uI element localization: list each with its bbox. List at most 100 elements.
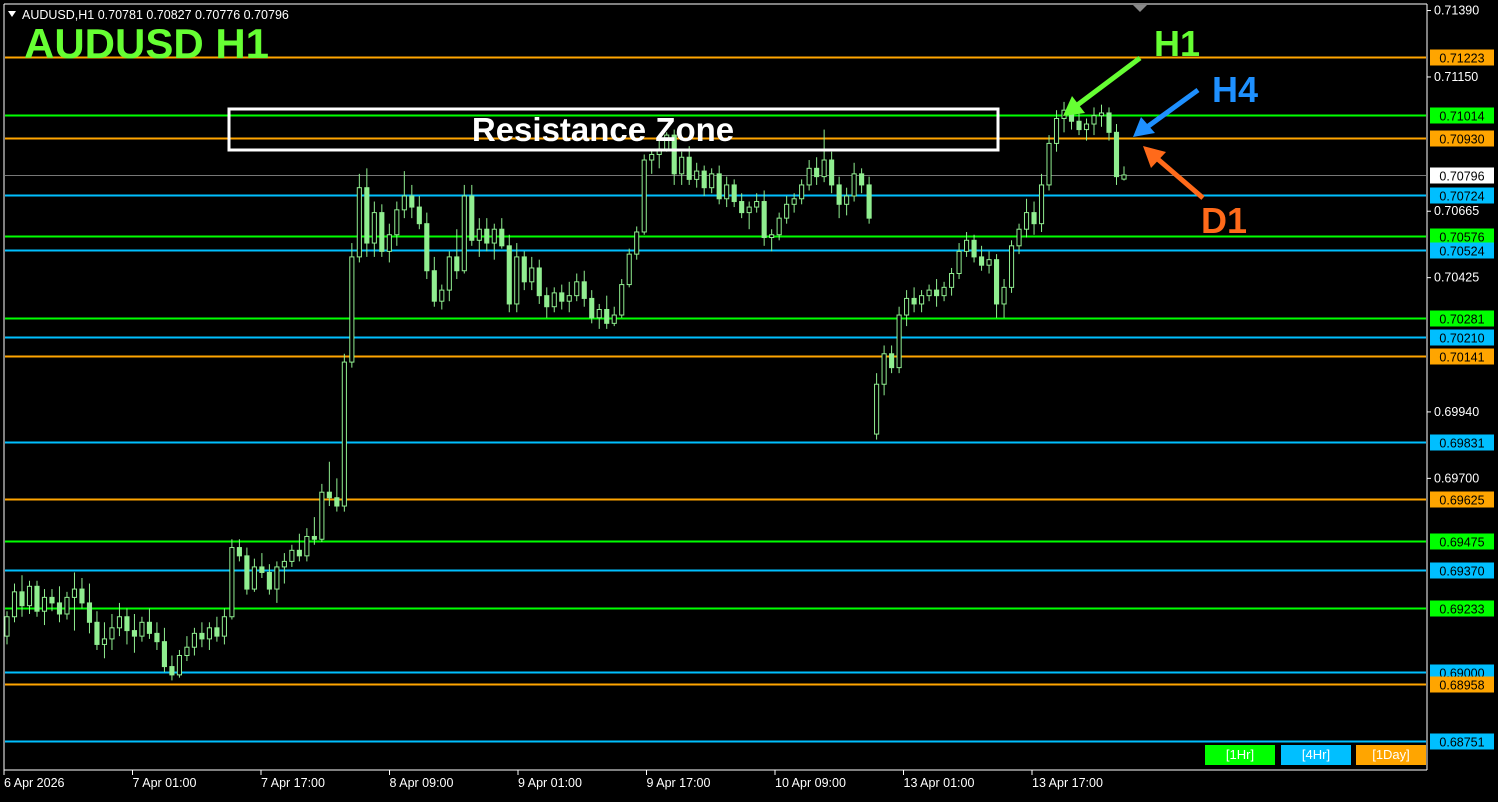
- candle-body: [754, 201, 760, 208]
- candle-body: [71, 588, 78, 598]
- current-price-label: 0.70796: [1439, 170, 1484, 184]
- candle-body: [394, 209, 400, 236]
- candle-body: [499, 228, 505, 247]
- h4-arrow-label: H4: [1212, 69, 1258, 110]
- candle-body: [476, 228, 482, 241]
- candle-body: [364, 187, 370, 244]
- timeframe-button-1hr[interactable]: [1Hr]: [1205, 745, 1275, 765]
- candle: [461, 184, 467, 274]
- candle-body: [56, 602, 63, 615]
- candle: [506, 234, 512, 313]
- candle: [1046, 135, 1052, 191]
- candle-body: [881, 353, 887, 385]
- candle-body: [49, 596, 55, 604]
- candle-body: [836, 184, 842, 205]
- candle-body: [266, 571, 272, 590]
- candle-body: [889, 353, 895, 369]
- candle-body: [244, 555, 250, 590]
- candle-body: [806, 167, 812, 186]
- candle-body: [131, 630, 138, 637]
- candle-body: [326, 491, 332, 499]
- candle-body: [109, 627, 115, 640]
- level-label-text: 0.69370: [1439, 565, 1484, 579]
- level-label-text: 0.70576: [1439, 231, 1484, 245]
- candle-body: [701, 170, 707, 189]
- candle-body: [101, 638, 108, 645]
- candle-body: [821, 159, 827, 178]
- candle-body: [124, 616, 130, 632]
- level-label-text: 0.70724: [1439, 190, 1484, 204]
- candle-body: [1076, 120, 1082, 131]
- candle-body: [484, 228, 490, 244]
- candle-body: [1016, 228, 1022, 247]
- candle-body: [191, 632, 197, 648]
- candle-body: [221, 616, 227, 637]
- candle-body: [446, 256, 452, 291]
- candle-body: [4, 616, 10, 637]
- candle-body: [926, 289, 932, 297]
- candle-body: [1106, 112, 1112, 133]
- candle-body: [859, 173, 865, 186]
- candle: [896, 306, 902, 374]
- candle-body: [1008, 245, 1015, 288]
- price-tick-label: 0.71150: [1434, 70, 1478, 84]
- candle-body: [169, 666, 175, 676]
- candle-body: [536, 267, 542, 297]
- candle: [34, 580, 40, 617]
- candle-body: [1091, 115, 1097, 125]
- candle-body: [34, 585, 40, 612]
- candle-body: [581, 281, 587, 299]
- candle-body: [919, 295, 925, 305]
- candle-body: [311, 535, 317, 540]
- candle-body: [761, 201, 767, 239]
- candle-body: [694, 170, 700, 180]
- candle-body: [371, 212, 377, 244]
- candle-body: [934, 289, 940, 297]
- resistance-zone-label: Resistance Zone: [472, 111, 734, 148]
- candle-body: [776, 217, 782, 236]
- price-tick-label: 0.71390: [1434, 4, 1479, 18]
- candle-body: [731, 184, 737, 203]
- candle-body: [829, 159, 835, 186]
- candle-body: [319, 491, 325, 540]
- candle: [229, 539, 235, 620]
- candle-body: [274, 566, 280, 590]
- candle-body: [611, 314, 617, 324]
- candle-body: [64, 596, 70, 615]
- candle-body: [236, 547, 242, 557]
- time-tick-label: 13 Apr 01:00: [904, 776, 975, 790]
- candle-body: [904, 297, 910, 316]
- candle-body: [491, 228, 497, 244]
- time-tick-label: 8 Apr 09:00: [390, 776, 454, 790]
- level-label-text: 0.71014: [1439, 110, 1484, 124]
- candle-body: [416, 206, 422, 225]
- level-label-text: 0.71223: [1439, 52, 1484, 66]
- candle-body: [424, 223, 430, 272]
- candle-body: [551, 292, 557, 308]
- level-label-text: 0.69831: [1439, 437, 1484, 451]
- candle-body: [814, 167, 820, 178]
- candle-body: [1121, 174, 1127, 180]
- level-label-text: 0.68958: [1439, 679, 1484, 693]
- timeframe-button-1day[interactable]: [1Day]: [1356, 745, 1426, 765]
- candle-body: [626, 253, 632, 286]
- candle-body: [26, 585, 33, 607]
- candle-body: [251, 566, 257, 590]
- timeframe-button-4hr[interactable]: [4Hr]: [1281, 745, 1351, 765]
- candle-body: [229, 547, 235, 618]
- candle-body: [514, 256, 520, 305]
- candle-body: [86, 602, 93, 623]
- candle-body: [1083, 123, 1090, 131]
- candle-body: [386, 234, 392, 252]
- candle-body: [469, 195, 475, 241]
- time-tick-label: 9 Apr 17:00: [647, 776, 711, 790]
- level-label-text: 0.70281: [1439, 313, 1484, 327]
- level-label-text: 0.69233: [1439, 603, 1484, 617]
- candle-body: [709, 173, 715, 189]
- candle: [379, 204, 385, 257]
- candle-body: [356, 187, 362, 258]
- candle-body: [1098, 112, 1105, 117]
- candle-body: [769, 234, 775, 239]
- candle-body: [649, 153, 655, 161]
- candle-body: [304, 535, 310, 557]
